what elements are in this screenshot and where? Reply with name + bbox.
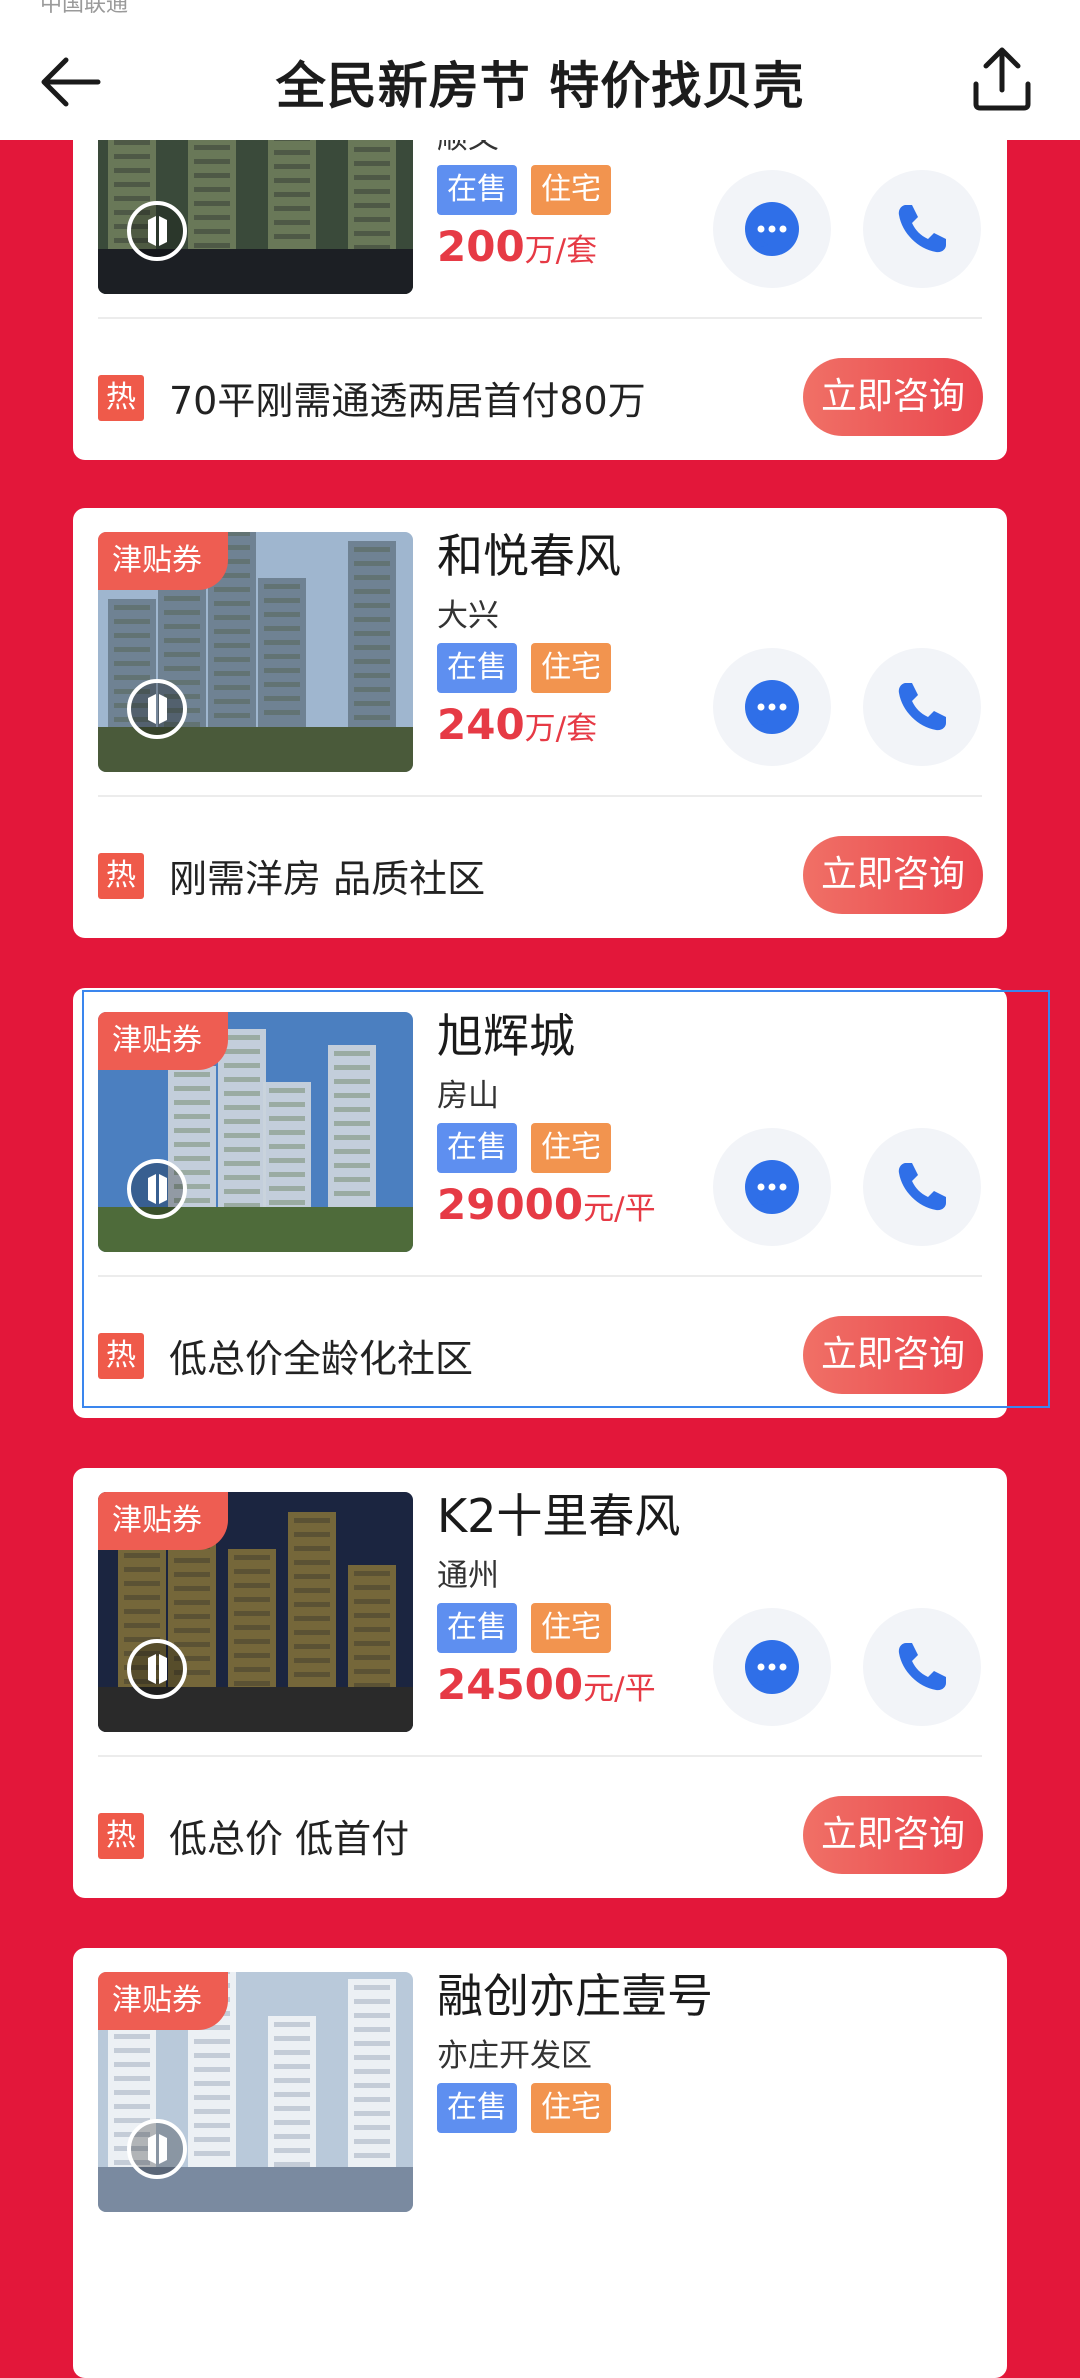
chat-button[interactable] <box>713 1128 831 1246</box>
price-unit: 万/套 <box>524 711 598 747</box>
listing-district: 亦庄开发区 <box>437 2038 592 2074</box>
phone-call-button[interactable] <box>863 170 981 288</box>
price-unit: 万/套 <box>524 233 598 269</box>
consult-now-button[interactable]: 立即咨询 <box>803 1796 983 1874</box>
consult-now-button[interactable]: 立即咨询 <box>803 836 983 914</box>
subsidy-coupon-badge: 津贴券 <box>98 1972 228 2030</box>
listing-card[interactable]: 津贴券 和悦春风 大兴 在售 住宅 240万/套 热 刚需洋房 品质社区 立即咨… <box>73 508 1007 938</box>
on-sale-tag: 在售 <box>437 165 517 215</box>
on-sale-tag: 在售 <box>437 1123 517 1173</box>
listing-price: 29000元/平 <box>437 1180 656 1229</box>
chat-button[interactable] <box>713 1608 831 1726</box>
listing-slogan: 低总价全龄化社区 <box>169 1337 474 1381</box>
card-divider <box>98 795 982 797</box>
residential-tag: 住宅 <box>531 1603 611 1653</box>
residential-tag: 住宅 <box>531 2083 611 2133</box>
vr-view-icon[interactable] <box>126 1638 188 1700</box>
listing-name: 融创亦庄壹号 <box>437 1969 713 2023</box>
vr-view-icon[interactable] <box>126 2118 188 2180</box>
listing-price: 200万/套 <box>437 222 597 271</box>
on-sale-tag: 在售 <box>437 1603 517 1653</box>
share-upload-icon <box>973 47 1031 111</box>
hot-badge: 热 <box>98 1333 144 1379</box>
phone-icon <box>898 1643 946 1691</box>
card-divider <box>98 317 982 319</box>
vr-view-icon[interactable] <box>126 678 188 740</box>
hot-badge: 热 <box>98 1813 144 1859</box>
listing-price: 240万/套 <box>437 700 597 749</box>
chat-bubble-icon <box>745 1640 799 1694</box>
phone-call-button[interactable] <box>863 1128 981 1246</box>
consult-now-button[interactable]: 立即咨询 <box>803 1316 983 1394</box>
subsidy-coupon-badge: 津贴券 <box>98 532 228 590</box>
price-value: 29000 <box>437 1180 584 1229</box>
subsidy-coupon-badge: 津贴券 <box>98 1492 228 1550</box>
listing-district: 通州 <box>437 1558 499 1594</box>
listing-slogan: 低总价 低首付 <box>169 1817 410 1861</box>
chat-bubble-icon <box>745 202 799 256</box>
consult-now-button[interactable]: 立即咨询 <box>803 358 983 436</box>
residential-tag: 住宅 <box>531 165 611 215</box>
price-value: 240 <box>437 700 525 749</box>
listing-card[interactable]: 津贴券 K2十里春风 通州 在售 住宅 24500元/平 热 低总价 低首付 立… <box>73 1468 1007 1898</box>
listing-name: K2十里春风 <box>437 1489 681 1543</box>
listing-image[interactable]: 津贴券 <box>98 1972 413 2212</box>
price-value: 200 <box>437 222 525 271</box>
chat-bubble-icon <box>745 1160 799 1214</box>
residential-tag: 住宅 <box>531 1123 611 1173</box>
listing-image[interactable]: 津贴券 <box>98 1012 413 1252</box>
price-unit: 元/平 <box>583 1671 656 1707</box>
listing-card[interactable]: 津贴券 融创亦庄壹号 亦庄开发区 在售 住宅 <box>73 1948 1007 2378</box>
residential-tag: 住宅 <box>531 643 611 693</box>
top-navigation-bar: 中国联通 全民新房节 特价找贝壳 <box>0 0 1080 140</box>
phone-call-button[interactable] <box>863 648 981 766</box>
price-unit: 元/平 <box>583 1191 656 1227</box>
listing-card[interactable]: 津贴券 旭辉城 房山 在售 住宅 29000元/平 热 低总价全龄化社区 立即咨… <box>73 988 1007 1418</box>
card-divider <box>98 1755 982 1757</box>
phone-call-button[interactable] <box>863 1608 981 1726</box>
page-title: 全民新房节 特价找贝壳 <box>275 57 805 115</box>
card-divider <box>98 1275 982 1277</box>
phone-icon <box>898 683 946 731</box>
listing-district: 大兴 <box>437 598 499 634</box>
vr-view-icon[interactable] <box>126 200 188 262</box>
price-value: 24500 <box>437 1660 584 1709</box>
hot-badge: 热 <box>98 375 144 421</box>
chat-bubble-icon <box>745 680 799 734</box>
share-button[interactable] <box>966 44 1038 116</box>
on-sale-tag: 在售 <box>437 2083 517 2133</box>
vr-view-icon[interactable] <box>126 1158 188 1220</box>
chat-button[interactable] <box>713 170 831 288</box>
phone-icon <box>898 205 946 253</box>
listing-slogan: 刚需洋房 品质社区 <box>169 857 486 901</box>
subsidy-coupon-badge: 津贴券 <box>98 1012 228 1070</box>
carrier-label: 中国联通 <box>40 0 129 17</box>
chat-button[interactable] <box>713 648 831 766</box>
hot-badge: 热 <box>98 853 144 899</box>
phone-icon <box>898 1163 946 1211</box>
listing-price: 24500元/平 <box>437 1660 656 1709</box>
listing-name: 旭辉城 <box>437 1009 575 1063</box>
listing-name: 和悦春风 <box>437 529 621 583</box>
listing-image[interactable]: 津贴券 <box>98 1492 413 1732</box>
listing-district: 房山 <box>437 1078 499 1114</box>
listing-image[interactable]: 津贴券 <box>98 532 413 772</box>
listing-slogan: 70平刚需通透两居首付80万 <box>169 379 646 423</box>
on-sale-tag: 在售 <box>437 643 517 693</box>
